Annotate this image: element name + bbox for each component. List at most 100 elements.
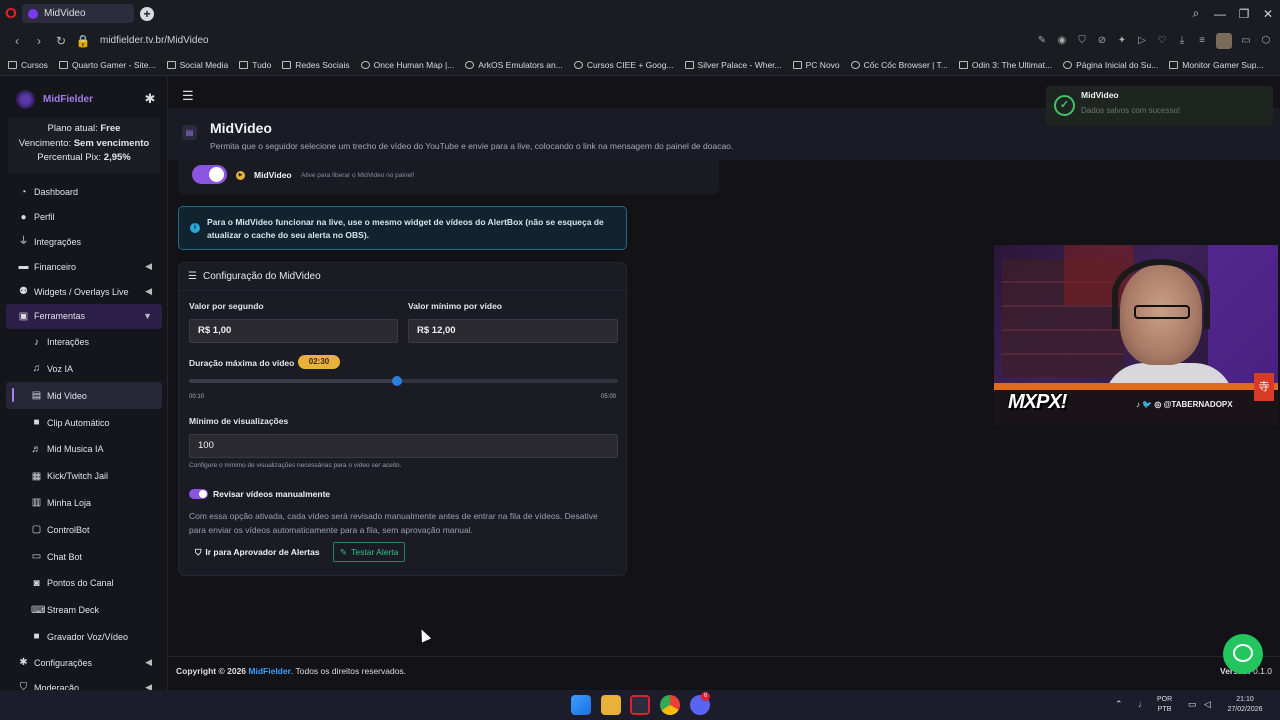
url-field[interactable]: midfielder.tv.br/MidVideo <box>100 35 209 46</box>
music-icon: ♬ <box>31 443 42 455</box>
address-bar-actions: ✎ ◉ ⛉ ⊘ ✦ ▷ ♡ ⤓ ≡ ▭ ⬡ <box>1036 27 1272 54</box>
overlay-logo: MXPX! <box>1008 391 1067 413</box>
lock-icon[interactable]: 🔒 <box>72 34 94 48</box>
minimize-button[interactable]: — <box>1208 7 1232 21</box>
windows-start-icon[interactable] <box>571 695 591 715</box>
extension-icon[interactable]: ✦ <box>1116 35 1128 47</box>
sidebar-item-perfil[interactable]: ● Perfil <box>0 205 168 230</box>
search-tabs-icon[interactable]: ⌕ <box>1184 6 1208 21</box>
toast-title: MidVideo <box>1081 90 1119 100</box>
language-indicator[interactable]: POR PTB <box>1157 695 1172 715</box>
back-icon[interactable]: ‹ <box>6 34 28 48</box>
min-price-input[interactable]: R$ 12,00 <box>408 319 618 343</box>
sidebar-item-dashboard[interactable]: ◔ Dashboard <box>0 180 168 205</box>
sidebar-icon[interactable]: ▭ <box>1240 35 1252 47</box>
footer-brand-link[interactable]: MidFielder <box>248 666 291 676</box>
midvideo-enable-switch[interactable] <box>192 165 227 184</box>
bookmark-item[interactable]: ArkOS Emulators an... <box>465 60 563 70</box>
bookmark-item[interactable]: Odin 3: The Ultimat... <box>958 60 1052 70</box>
sidebar-subitem-voz-ia[interactable]: ♫ Voz IA <box>0 356 168 383</box>
profile-avatar[interactable] <box>1216 32 1232 49</box>
sidebar-item-widgets[interactable]: ⚉ Widgets / Overlays Live ◀ <box>0 279 168 304</box>
sidebar-subitem-clip-automatico[interactable]: ■ Clip Automático <box>0 409 168 436</box>
bookmark-item[interactable]: PC Novo <box>792 60 840 70</box>
clock[interactable]: 21:10 27/02/2026 <box>1225 695 1265 715</box>
settings-gear-icon[interactable]: ✱ <box>143 92 157 106</box>
chat-support-button[interactable] <box>1223 634 1263 674</box>
new-tab-button[interactable]: + <box>140 6 154 21</box>
glasses <box>1134 305 1190 319</box>
cube-icon[interactable]: ⬡ <box>1260 35 1272 47</box>
close-window-button[interactable]: ✕ <box>1256 7 1280 21</box>
site-icon <box>573 60 583 69</box>
duration-slider[interactable] <box>189 376 618 386</box>
play-icon: ▶ <box>236 171 245 180</box>
test-alert-button[interactable]: ✎ Testar Alerta <box>333 542 406 562</box>
footer-divider <box>168 656 1280 657</box>
bookmark-item[interactable]: Monitor Gamer Sup... <box>1169 60 1264 70</box>
forward-icon[interactable]: › <box>28 34 50 48</box>
opera-logo-icon[interactable]: O <box>0 0 22 27</box>
window-controls: ⌕ — ❐ ✕ <box>1184 0 1280 27</box>
bookmark-item[interactable]: Cursos CIEE + Goog... <box>573 60 674 70</box>
mic-icon[interactable]: ♩ <box>1138 699 1147 709</box>
bookmark-item[interactable]: Quarto Gamer - Site... <box>58 60 156 70</box>
bookmark-item[interactable]: Social Media <box>166 60 228 70</box>
sidebar-subitem-chat-bot[interactable]: ▭ Chat Bot <box>0 543 168 570</box>
min-views-input[interactable]: 100 <box>189 434 618 458</box>
sidebar-subitem-mid-video[interactable]: ▤ Mid Video <box>6 382 162 410</box>
bookmark-item[interactable]: Página Inicial do Su... <box>1063 60 1158 70</box>
expiry-value: Sem vencimento <box>73 137 150 149</box>
slider-min-label: 00:10 <box>189 394 205 400</box>
brand[interactable]: MidFielder <box>16 90 93 109</box>
tab-title: MidVideo <box>44 8 86 19</box>
sidebar-subitem-pontos[interactable]: ◙ Pontos do Canal <box>0 570 168 597</box>
adblock-icon[interactable]: ⊘ <box>1096 35 1108 47</box>
browser-tab[interactable]: MidVideo <box>22 4 134 23</box>
go-to-approver-button[interactable]: ⛉ Ir para Aprovador de Alertas <box>189 542 326 562</box>
file-explorer-icon[interactable] <box>601 695 621 715</box>
sidebar-subitem-gravador[interactable]: ■ Gravador Voz/Vídeo <box>0 624 168 651</box>
sidebar-subitem-stream-deck[interactable]: ⌨ Stream Deck <box>0 597 168 624</box>
sidebar-item-ferramentas[interactable]: ▣ Ferramentas ▼ <box>6 303 162 329</box>
bookmark-item[interactable]: Tudo <box>239 60 271 70</box>
sidebar-subitem-minha-loja[interactable]: ▥ Minha Loja <box>0 490 168 517</box>
sidebar-subitem-controlbot[interactable]: ▢ ControlBot <box>0 516 168 543</box>
shield-icon[interactable]: ⛉ <box>1076 35 1088 47</box>
bookmark-item[interactable]: Once Human Map |... <box>360 60 454 70</box>
sidebar-subitem-mid-musica[interactable]: ♬ Mid Musica IA <box>0 436 168 463</box>
tab-favicon-icon <box>28 8 38 19</box>
slider-thumb[interactable] <box>391 376 402 386</box>
sidebar-item-financeiro[interactable]: ▬ Financeiro ◀ <box>0 254 168 279</box>
download-icon[interactable]: ⤓ <box>1176 35 1188 47</box>
users-icon: ⚉ <box>19 286 28 298</box>
chevron-left-icon: ◀ <box>145 286 152 297</box>
play-icon[interactable]: ▷ <box>1136 35 1148 47</box>
sidebar-item-integracoes[interactable]: ⏚ Integrações <box>0 230 168 255</box>
sidebar-subitem-jail[interactable]: ▦ Kick/Twitch Jail <box>0 463 168 490</box>
plan-info: Plano atual: Free Vencimento: Sem vencim… <box>8 118 160 173</box>
edit-icon[interactable]: ✎ <box>1036 35 1048 47</box>
bookmark-item[interactable]: Silver Palace - Wher... <box>684 60 782 70</box>
maximize-button[interactable]: ❐ <box>1232 7 1256 21</box>
sidebar-item-configuracoes[interactable]: ✱ Configurações ◀ <box>0 650 168 675</box>
bookmark-item[interactable]: Cốc Cốc Browser | T... <box>850 60 948 70</box>
bookmark-item[interactable]: Redes Sociais <box>282 60 350 70</box>
reload-icon[interactable]: ↻ <box>50 34 72 48</box>
heart-icon[interactable]: ♡ <box>1156 35 1168 47</box>
opera-taskbar-icon[interactable] <box>630 695 650 715</box>
hamburger-menu-icon[interactable]: ☰ <box>182 88 194 104</box>
manual-review-switch[interactable] <box>189 489 208 499</box>
chrome-icon[interactable] <box>660 695 680 715</box>
volume-icon[interactable]: ◁ <box>1204 699 1211 709</box>
bookmark-item[interactable]: Cursos <box>8 60 48 70</box>
network-icon[interactable]: ▭ <box>1188 699 1197 709</box>
menu-icon[interactable]: ≡ <box>1196 35 1208 47</box>
bell-icon: ♪ <box>34 336 39 348</box>
app-sidebar: MidFielder ✱ Plano atual: Free Venciment… <box>0 76 168 693</box>
camera-icon[interactable]: ◉ <box>1056 35 1068 47</box>
chevron-up-icon[interactable]: ⌃ <box>1115 699 1123 709</box>
success-toast[interactable]: ✓ MidVideo Dados salvos com sucesso! <box>1046 86 1273 126</box>
price-per-second-input[interactable]: R$ 1,00 <box>189 319 398 343</box>
sidebar-subitem-interacoes[interactable]: ♪ Interações <box>0 329 168 356</box>
